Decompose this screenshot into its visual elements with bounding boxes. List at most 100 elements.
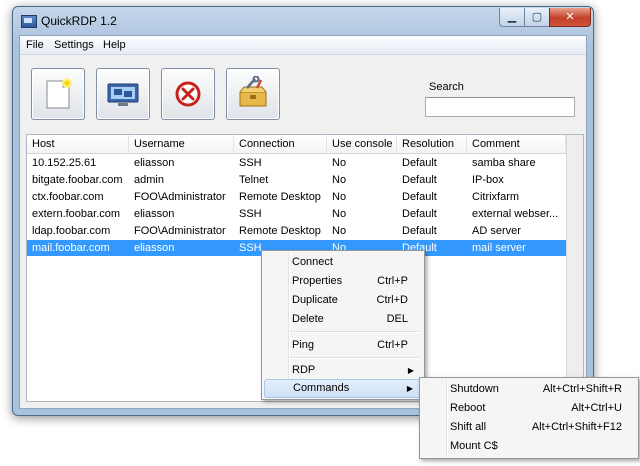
- ctx-duplicate[interactable]: Duplicate Ctrl+D: [264, 291, 422, 310]
- vertical-scrollbar[interactable]: [566, 135, 583, 401]
- table-row[interactable]: extern.foobar.com eliasson SSH No Defaul…: [27, 206, 566, 222]
- ctx-duplicate-label: Duplicate: [292, 294, 338, 306]
- ctx-delete[interactable]: Delete DEL: [264, 310, 422, 329]
- search-input[interactable]: [425, 97, 575, 117]
- ctx-rdp-label: RDP: [292, 364, 316, 376]
- cell-username: eliasson: [134, 208, 175, 220]
- table-row[interactable]: ldap.foobar.com FOO\Administrator Remote…: [27, 223, 566, 239]
- list-header: Host Username Connection Use console Res…: [27, 135, 566, 154]
- commands-submenu: Shutdown Alt+Ctrl+Shift+R Reboot Alt+Ctr…: [419, 377, 639, 459]
- ctx-commands-label: Commands: [293, 382, 350, 394]
- table-row[interactable]: bitgate.foobar.com admin Telnet No Defau…: [27, 172, 566, 188]
- menu-file[interactable]: File: [26, 39, 44, 51]
- cell-username: FOO\Administrator: [134, 191, 226, 203]
- menu-separator: [290, 357, 420, 359]
- menu-settings[interactable]: Settings: [54, 39, 94, 51]
- minimize-button[interactable]: ▁: [499, 8, 525, 27]
- sub-reboot[interactable]: Reboot Alt+Ctrl+U: [422, 399, 636, 418]
- context-menu: Connect Properties Ctrl+P Duplicate Ctrl…: [261, 250, 425, 400]
- cell-comment: IP-box: [472, 174, 504, 186]
- ctx-connect[interactable]: Connect: [264, 253, 422, 272]
- column-header-host[interactable]: Host: [27, 135, 129, 153]
- ctx-delete-label: Delete: [292, 313, 324, 325]
- cell-use-console: No: [332, 157, 347, 169]
- cell-use-console: No: [332, 174, 347, 186]
- cell-username: eliasson: [134, 242, 175, 254]
- cell-resolution: Default: [402, 174, 437, 186]
- ctx-duplicate-shortcut: Ctrl+D: [376, 294, 408, 306]
- cell-host: extern.foobar.com: [32, 208, 121, 220]
- sub-reboot-shortcut: Alt+Ctrl+U: [571, 402, 622, 414]
- maximize-button[interactable]: ▢: [524, 8, 550, 27]
- menu-bar: File Settings Help: [20, 36, 586, 55]
- window-title: QuickRDP 1.2: [41, 14, 117, 28]
- cell-resolution: Default: [402, 191, 437, 203]
- ctx-properties-label: Properties: [292, 275, 343, 287]
- cell-resolution: Default: [402, 208, 437, 220]
- new-document-icon: [46, 78, 72, 109]
- sub-mount-c-label: Mount C$: [450, 440, 498, 452]
- cell-comment: Citrixfarm: [472, 191, 520, 203]
- column-header-username[interactable]: Username: [129, 135, 234, 153]
- cell-host: ctx.foobar.com: [32, 191, 104, 203]
- cell-comment: samba share: [472, 157, 536, 169]
- column-header-resolution[interactable]: Resolution: [397, 135, 467, 153]
- sub-shift-all-label: Shift all: [450, 421, 487, 433]
- new-connection-button[interactable]: [31, 68, 85, 120]
- cell-connection: SSH: [239, 208, 262, 220]
- remote-desktop-icon: [107, 83, 139, 106]
- cell-host: 10.152.25.61: [32, 157, 97, 169]
- menu-help[interactable]: Help: [103, 39, 126, 51]
- app-icon: [21, 15, 37, 28]
- menu-separator: [290, 331, 420, 333]
- cell-connection: Remote Desktop: [239, 191, 321, 203]
- submenu-arrow-icon: ▶: [407, 366, 414, 375]
- cell-use-console: No: [332, 225, 347, 237]
- submenu-arrow-icon: ▶: [406, 384, 413, 393]
- ctx-ping-shortcut: Ctrl+P: [377, 339, 408, 351]
- delete-connection-button[interactable]: [161, 68, 215, 120]
- cell-username: FOO\Administrator: [134, 225, 226, 237]
- column-header-connection[interactable]: Connection: [234, 135, 327, 153]
- delete-icon: [175, 81, 201, 107]
- ctx-delete-shortcut: DEL: [386, 313, 408, 325]
- cell-connection: Remote Desktop: [239, 225, 321, 237]
- table-row[interactable]: ctx.foobar.com FOO\Administrator Remote …: [27, 189, 566, 205]
- sub-shutdown[interactable]: Shutdown Alt+Ctrl+Shift+R: [422, 380, 636, 399]
- cell-comment: external webser...: [472, 208, 559, 220]
- sub-shutdown-shortcut: Alt+Ctrl+Shift+R: [542, 383, 622, 395]
- cell-host: bitgate.foobar.com: [32, 174, 123, 186]
- ctx-ping-label: Ping: [292, 339, 315, 351]
- cell-use-console: No: [332, 208, 347, 220]
- sub-shift-all-shortcut: Alt+Ctrl+Shift+F12: [531, 421, 622, 433]
- ctx-properties[interactable]: Properties Ctrl+P: [264, 272, 422, 291]
- sub-shift-all[interactable]: Shift all Alt+Ctrl+Shift+F12: [422, 418, 636, 437]
- close-button[interactable]: ✕: [549, 8, 591, 27]
- toolbox-icon: [239, 76, 267, 107]
- cell-resolution: Default: [402, 225, 437, 237]
- search-label: Search: [429, 81, 464, 93]
- cell-username: eliasson: [134, 157, 175, 169]
- cell-connection: SSH: [239, 157, 262, 169]
- cell-resolution: Default: [402, 157, 437, 169]
- ctx-commands[interactable]: Commands ▶: [264, 379, 422, 398]
- ctx-ping[interactable]: Ping Ctrl+P: [264, 336, 422, 355]
- title-bar[interactable]: QuickRDP 1.2 ▁ ▢ ✕: [13, 7, 593, 35]
- sub-shutdown-label: Shutdown: [450, 383, 499, 395]
- sub-mount-c[interactable]: Mount C$: [422, 437, 636, 456]
- column-header-comment[interactable]: Comment: [467, 135, 566, 153]
- sub-reboot-label: Reboot: [450, 402, 486, 414]
- connect-button[interactable]: [96, 68, 150, 120]
- table-row[interactable]: 10.152.25.61 eliasson SSH No Default sam…: [27, 155, 566, 171]
- cell-host: ldap.foobar.com: [32, 225, 111, 237]
- cell-use-console: No: [332, 191, 347, 203]
- cell-connection: Telnet: [239, 174, 269, 186]
- ctx-rdp[interactable]: RDP ▶: [264, 361, 422, 380]
- cell-comment: mail server: [472, 242, 526, 254]
- cell-comment: AD server: [472, 225, 521, 237]
- cell-host: mail.foobar.com: [32, 242, 110, 254]
- ctx-connect-label: Connect: [292, 256, 333, 268]
- cell-username: admin: [134, 174, 164, 186]
- column-header-use-console[interactable]: Use console: [327, 135, 397, 153]
- settings-tools-button[interactable]: [226, 68, 280, 120]
